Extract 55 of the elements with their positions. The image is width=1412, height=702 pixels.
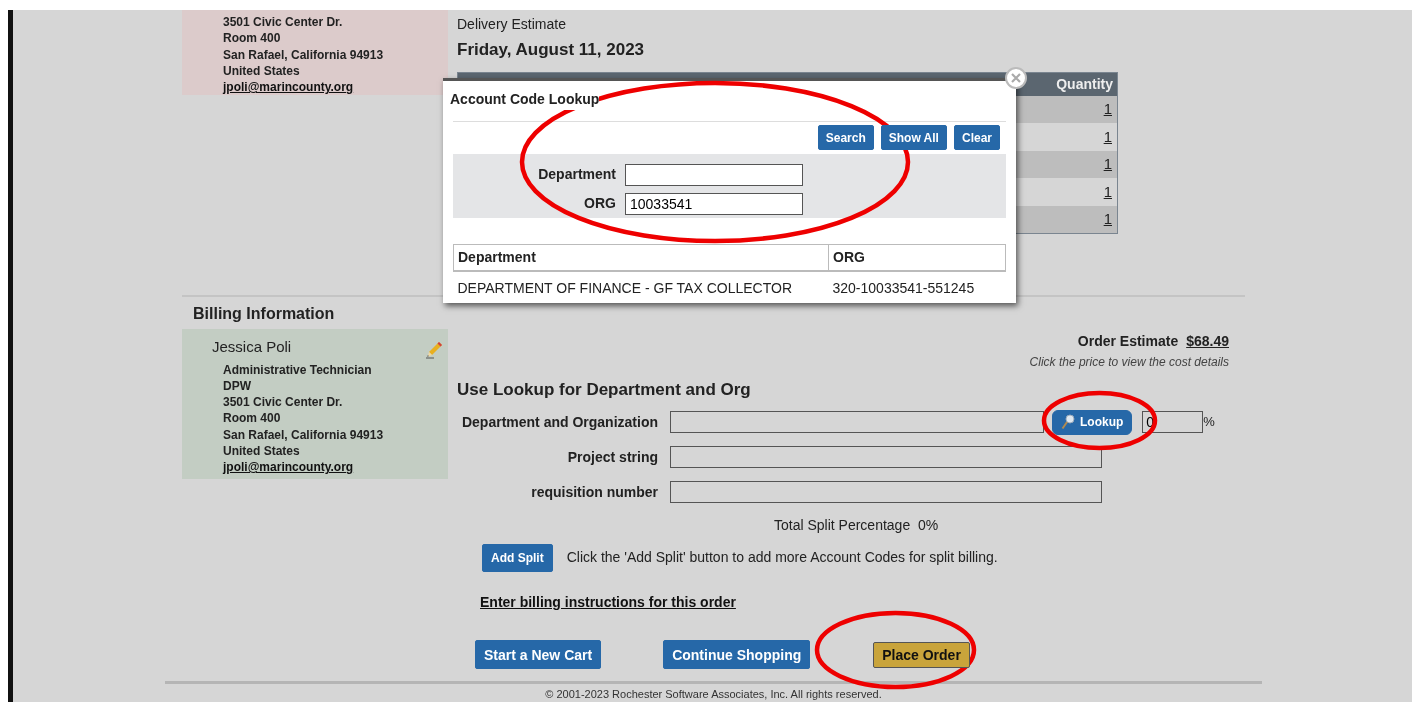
address-line: San Rafael, California 94913 — [223, 46, 385, 63]
input-field[interactable] — [625, 163, 803, 186]
quantity-link[interactable]: 1 — [1103, 127, 1112, 145]
dialog-button[interactable]: Search — [817, 125, 874, 150]
field-label: Department — [537, 165, 617, 184]
billing-instructions-link[interactable]: Enter billing instructions for this order — [480, 591, 736, 613]
dialog-button[interactable]: Clear — [953, 125, 1000, 150]
percent-field[interactable]: 0 — [1142, 411, 1204, 433]
field-label: ORG — [583, 194, 617, 213]
address-line: San Rafael, California 94913 — [223, 426, 385, 443]
address-line: United States — [223, 443, 301, 460]
percent-sign: % — [1203, 413, 1215, 432]
close-icon — [1011, 73, 1021, 83]
action-button[interactable]: Place Order — [873, 641, 970, 668]
search-icon — [1061, 414, 1075, 430]
add-split-button[interactable]: Add Split — [482, 543, 553, 572]
column-header: Department — [453, 244, 829, 271]
address-line: Room 400 — [223, 410, 282, 427]
quantity-link[interactable]: 1 — [1103, 155, 1112, 172]
email-link[interactable]: jpoli@marincounty.org — [223, 460, 354, 475]
address-line: 3501 Civic Center Dr. — [223, 394, 344, 411]
address-line: DPW — [223, 377, 252, 395]
email-link[interactable]: jpoli@marincounty.org — [223, 80, 354, 95]
section-title: Use Lookup for Department and Org — [457, 379, 752, 401]
price-link[interactable]: $68.49 — [1186, 333, 1229, 349]
order-estimate-label: Order Estimate — [1077, 333, 1179, 349]
column-header: ORG — [828, 244, 1006, 271]
split-total: Total Split Percentage 0% — [774, 515, 940, 535]
section-title: Billing Information — [192, 304, 336, 324]
input-field[interactable]: 10033541 — [625, 192, 803, 215]
hint-text: Click the 'Add Split' button to add more Account Codes for split billing. — [566, 548, 998, 567]
input-field[interactable] — [670, 481, 1102, 503]
field-label: requisition number — [530, 482, 659, 502]
hint-text: Click the price to view the cost details — [1028, 354, 1229, 371]
address-line: Administrative Technician — [223, 361, 373, 378]
lookup-button[interactable]: Lookup — [1052, 409, 1133, 435]
input-field[interactable] — [670, 411, 1044, 433]
delivery-date: Friday, August 11, 2023 — [457, 39, 646, 61]
delivery-label: Delivery Estimate — [457, 15, 567, 34]
quantity-link[interactable]: 1 — [1103, 182, 1112, 200]
quantity-link[interactable]: 1 — [1103, 209, 1112, 227]
table-cell: 320-10033541-551245 — [828, 271, 1006, 305]
address-line: United States — [223, 62, 301, 80]
action-button[interactable]: Start a New Cart — [475, 639, 602, 669]
dialog-button[interactable]: Show All — [880, 125, 947, 150]
action-button[interactable]: Continue Shopping — [663, 639, 811, 669]
field-label: Project string — [566, 447, 659, 467]
table-cell: DEPARTMENT OF FINANCE - GF TAX COLLECTOR — [453, 271, 829, 305]
quantity-link[interactable]: 1 — [1103, 100, 1112, 117]
address-line: Room 400 — [223, 30, 282, 47]
address-line: 3501 Civic Center Dr. — [223, 14, 344, 31]
contact-name: Jessica Poli — [212, 337, 292, 357]
input-field[interactable] — [670, 446, 1102, 468]
field-label: Department and Organization — [460, 412, 659, 432]
copyright-text: © 2001-2023 Rochester Software Associates, Inc. All rights reserved. — [544, 686, 883, 702]
